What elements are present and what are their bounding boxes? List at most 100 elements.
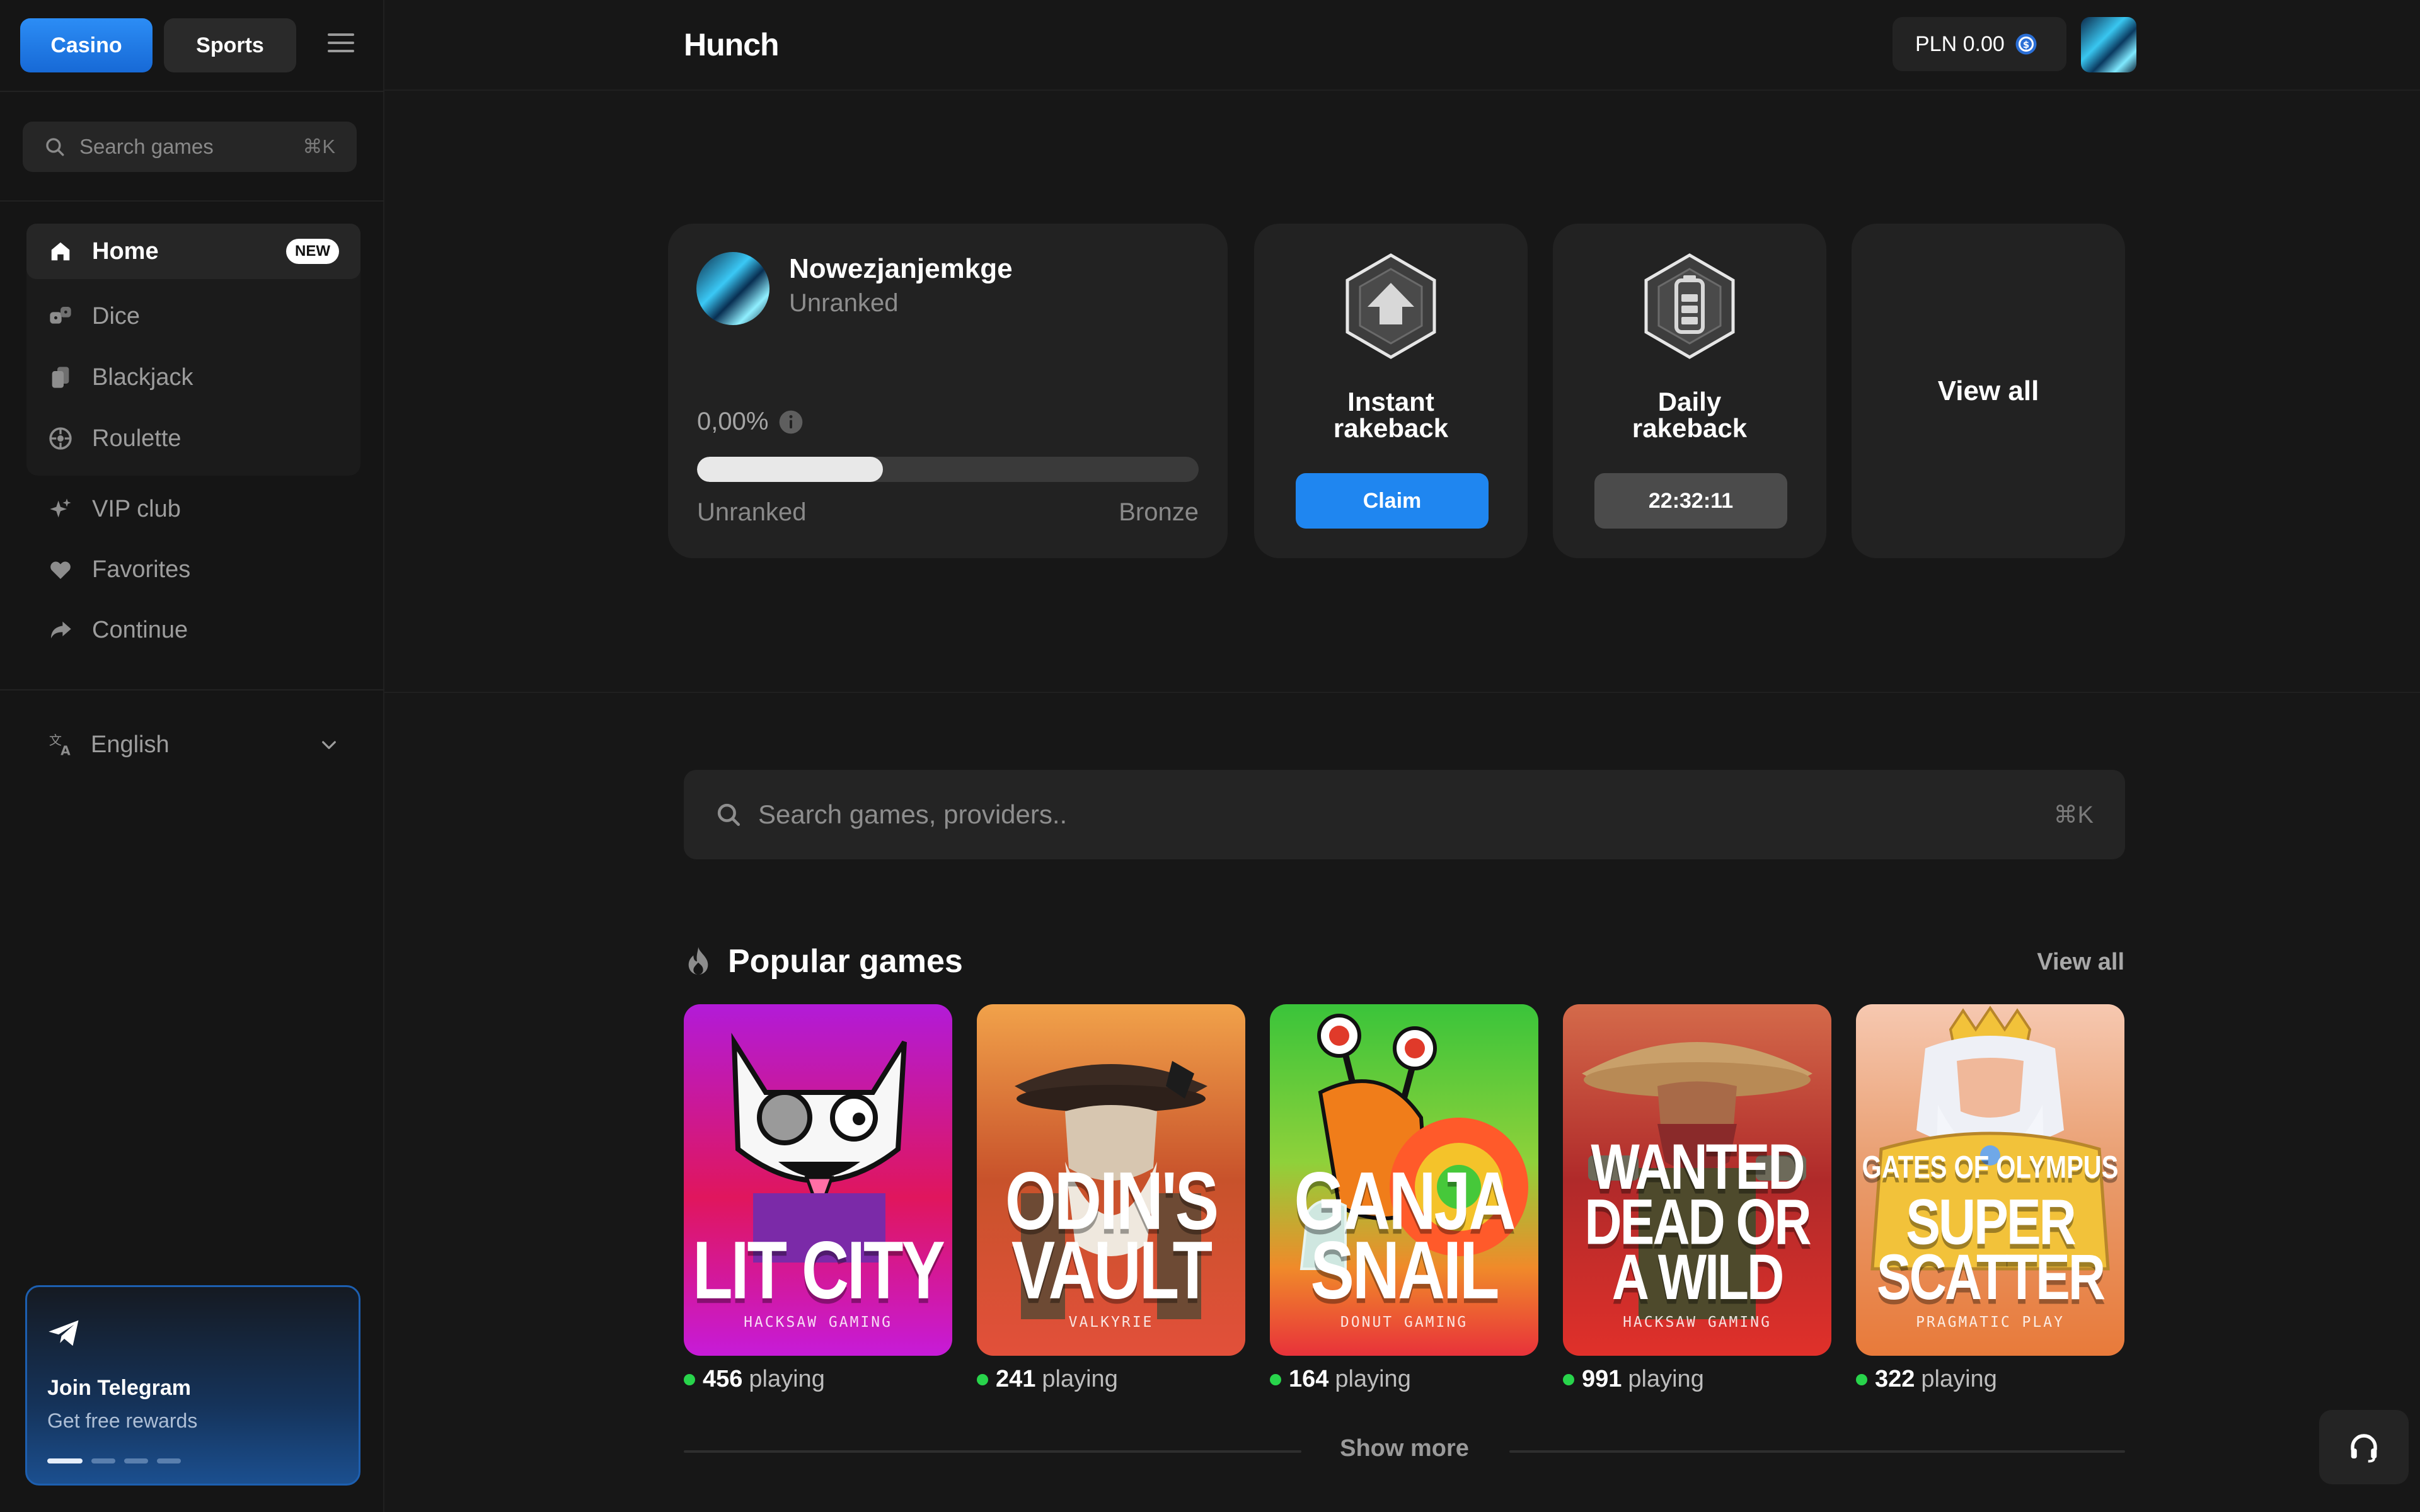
daily-rakeback-card: Daily rakeback 22:32:11 [1553, 224, 1826, 558]
game-title: LIT CITY [693, 1225, 945, 1317]
profile-rank: Unranked [789, 289, 899, 317]
claim-button[interactable]: Claim [1296, 473, 1489, 529]
sidebar-search-shortcut: ⌘K [302, 135, 335, 158]
user-avatar[interactable] [2081, 17, 2136, 72]
game-playing-count: 322 playing [1856, 1366, 1997, 1393]
support-chat-button[interactable] [2319, 1410, 2409, 1484]
instant-rakeback-card: Instant rakeback Claim [1254, 224, 1528, 558]
telegram-plane-icon [49, 1320, 79, 1346]
rewards-view-all-card[interactable]: View all [1852, 224, 2125, 558]
translate-icon: 文A [49, 733, 71, 759]
current-rank-label: Unranked [697, 498, 807, 526]
show-more-button[interactable]: Show more [684, 1435, 2125, 1462]
daily-rakeback-title: Daily rakeback [1632, 387, 1748, 443]
rank-progress-fill [697, 457, 883, 482]
sidebar-item-roulette[interactable]: Roulette [26, 411, 360, 466]
telegram-promo-card[interactable]: Join Telegram Get free rewards [25, 1285, 360, 1486]
next-rank-label: Bronze [1119, 498, 1199, 526]
game-provider: DONUT GAMING [1340, 1314, 1468, 1331]
online-dot [1270, 1373, 1281, 1385]
mode-switch: Casino Sports [20, 18, 296, 72]
cards-icon [48, 365, 73, 390]
sidebar-item-label: Continue [92, 616, 188, 643]
popular-games-heading: Popular games [684, 942, 963, 980]
game-playing-count: 456 playing [684, 1366, 825, 1393]
info-icon[interactable] [778, 410, 804, 435]
game-card-odins-vault[interactable]: ODIN'S VAULT VALKYRIE [977, 1004, 1245, 1356]
sidebar-item-blackjack[interactable]: Blackjack [26, 350, 360, 405]
sidebar-item-label: Dice [92, 302, 141, 329]
game-playing-count: 991 playing [1563, 1366, 1704, 1393]
coin-icon: $ [2015, 33, 2037, 55]
casino-tab[interactable]: Casino [20, 18, 153, 72]
menu-icon[interactable] [328, 33, 354, 56]
svg-text:A: A [60, 743, 71, 759]
sidebar: Casino Sports Search games ⌘K Home NEW D… [0, 0, 384, 1512]
progress-percent: 0,00% [697, 408, 804, 436]
search-icon [46, 138, 64, 156]
online-dot [1563, 1373, 1574, 1385]
svg-text:$: $ [2023, 39, 2029, 50]
game-playing-count: 164 playing [1270, 1366, 1411, 1393]
game-provider: PRAGMATIC PLAY [1916, 1314, 2065, 1331]
balance-amount: PLN 0.00 [1915, 32, 2005, 56]
fire-icon [688, 947, 708, 975]
sports-tab[interactable]: Sports [164, 18, 296, 72]
roulette-icon [48, 426, 73, 451]
sidebar-search-input[interactable]: Search games ⌘K [23, 122, 357, 172]
divider [384, 692, 2420, 693]
share-arrow-icon [48, 617, 73, 643]
game-title: WANTED DEAD OR A WILD [1584, 1131, 1811, 1314]
game-provider: HACKSAW GAMING [744, 1314, 892, 1331]
home-icon [48, 239, 73, 264]
game-title: GATES OF OLYMPUS SUPER SCATTER [1862, 1150, 2119, 1314]
telegram-subtitle: Get free rewards [47, 1409, 198, 1432]
sidebar-item-dice[interactable]: Dice [26, 289, 360, 344]
game-provider: HACKSAW GAMING [1623, 1314, 1772, 1331]
instant-rakeback-title: Instant rakeback [1333, 387, 1449, 443]
sidebar-item-home[interactable]: Home NEW [26, 224, 360, 279]
search-icon [717, 803, 740, 827]
online-dot [684, 1373, 695, 1385]
headset-icon [2351, 1434, 2377, 1463]
chevron-down-icon [322, 741, 336, 749]
language-label: English [91, 731, 170, 758]
heart-icon [48, 557, 73, 582]
game-title: ODIN'S VAULT [1005, 1155, 1219, 1317]
carousel-dots[interactable] [47, 1458, 181, 1463]
game-card-gates-of-olympus-super-scatter[interactable]: GATES OF OLYMPUS SUPER SCATTER PRAGMATIC P… [1856, 1004, 2124, 1356]
game-title: GANJA SNAIL [1294, 1155, 1516, 1317]
online-dot [977, 1373, 988, 1385]
profile-card: Nowezjanjemkge Unranked 0,00% Unranked B… [668, 224, 1228, 558]
svg-text:文: 文 [49, 733, 62, 748]
game-playing-count: 241 playing [977, 1366, 1118, 1393]
show-more-row: Show more [684, 1435, 2125, 1467]
sidebar-item-label: Home [92, 238, 159, 265]
game-provider: VALKYRIE [1068, 1314, 1154, 1331]
sidebar-item-continue[interactable]: Continue [26, 602, 360, 658]
rank-progress-bar [697, 457, 1199, 482]
game-card-ganja-snail[interactable]: GANJA SNAIL DONUT GAMING [1270, 1004, 1538, 1356]
upload-hex-icon [1345, 253, 1436, 359]
sidebar-search-placeholder: Search games [79, 135, 214, 158]
profile-avatar [696, 252, 769, 325]
sidebar-item-favorites[interactable]: Favorites [26, 542, 360, 597]
daily-rakeback-timer: 22:32:11 [1594, 473, 1787, 529]
game-card-wanted-dead-or-a-wild[interactable]: WANTED DEAD OR A WILD HACKSAW GAMING [1563, 1004, 1831, 1356]
sidebar-item-label: Favorites [92, 556, 191, 583]
popular-games-view-all-link[interactable]: View all [2037, 949, 2124, 976]
brand-logo[interactable]: Hunch [684, 26, 780, 63]
wallet-balance-button[interactable]: PLN 0.00 $ [1893, 17, 2066, 71]
telegram-title: Join Telegram [47, 1376, 191, 1400]
language-selector[interactable]: 文A English [26, 718, 360, 771]
sidebar-item-label: Blackjack [92, 364, 193, 391]
online-dot [1856, 1373, 1867, 1385]
sparkle-icon [48, 496, 73, 522]
game-card-lit-city[interactable]: LIT CITY HACKSAW GAMING [684, 1004, 952, 1356]
sidebar-item-label: Roulette [92, 425, 182, 452]
divider [0, 91, 384, 92]
sidebar-item-vip-club[interactable]: VIP club [26, 481, 360, 537]
sidebar-item-label: VIP club [92, 495, 181, 522]
games-search-input[interactable]: Search games, providers.. ⌘K [684, 770, 2125, 859]
divider [0, 200, 384, 202]
